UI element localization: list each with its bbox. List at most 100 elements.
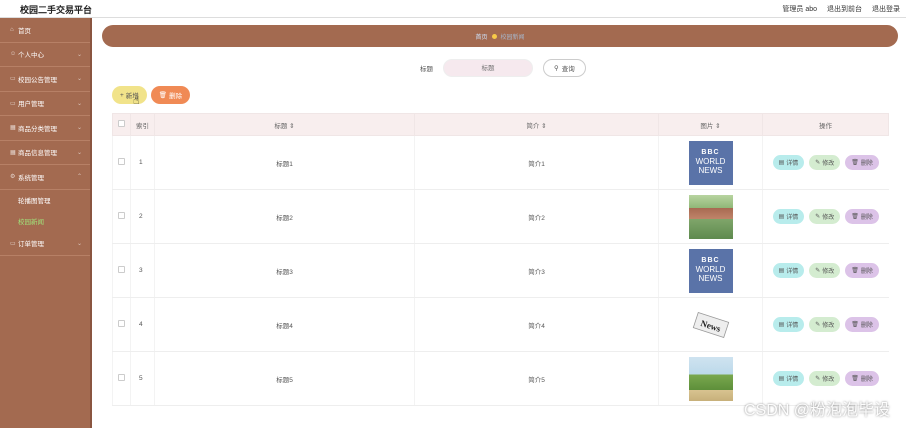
sort-icon: ⇕ [289,122,295,130]
detail-button[interactable]: ▤ 详情 [772,263,805,278]
chevron-up-icon: ⌃ [76,174,82,181]
current-user: 管理员 abo [782,6,817,13]
row-intro: 简介3 [414,243,659,298]
search-button[interactable]: ⚲ 查询 [543,59,586,77]
breadcrumb-separator-icon [491,33,497,39]
row-index: 2 [130,189,155,244]
detail-button[interactable]: ▤ 详情 [772,317,805,332]
search-label: 标题 [420,66,433,73]
row-title: 标题3 [154,243,415,298]
row-checkbox[interactable] [112,351,131,406]
news-table: 索引 标题 ⇕ 简介 ⇕ 图片 ⇕ 操作 1 标题1 简介1 BBC WORLD N… [112,113,889,406]
row-delete-button[interactable]: 🗑 删除 [845,155,879,170]
row-delete-button[interactable]: 🗑 删除 [845,209,879,224]
row-intro: 简介4 [414,297,659,352]
plus-icon: + [120,91,124,99]
sidebar-item-goods[interactable]: ▦ 商品信息管理 ⌄ [0,141,90,165]
header-title[interactable]: 标题 ⇕ [154,113,415,136]
users-icon: ▭ [10,100,16,107]
header-index: 索引 [130,113,155,136]
row-ops: ▤ 详情 ✎ 修改 🗑 删除 [762,135,889,190]
header-intro[interactable]: 简介 ⇕ [414,113,659,136]
row-delete-button[interactable]: 🗑 删除 [845,317,879,332]
row-index: 5 [130,351,155,406]
chevron-down-icon: ⌄ [76,125,82,132]
chevron-down-icon: ⌄ [76,149,82,156]
edit-button[interactable]: ✎ 修改 [809,155,841,170]
sidebar-item-profile[interactable]: ☺ 个人中心 ⌄ [0,43,90,67]
row-intro: 简介1 [414,135,659,190]
table-row: 2 标题2 简介2 ▤ 详情 ✎ 修改 🗑 删除 [112,189,889,244]
row-checkbox[interactable] [112,135,131,190]
trash-icon: 🗑 [851,268,859,274]
detail-button[interactable]: ▤ 详情 [772,155,805,170]
detail-icon: ▤ [778,268,785,274]
select-all-checkbox[interactable] [112,113,131,136]
trash-icon: 🗑 [851,376,859,382]
detail-icon: ▤ [778,376,785,382]
row-index: 3 [130,243,155,298]
row-delete-button[interactable]: 🗑 删除 [845,371,879,386]
row-title: 标题4 [154,297,415,352]
detail-button[interactable]: ▤ 详情 [772,371,805,386]
sidebar-item-home[interactable]: ⌂ 首页 [0,18,90,43]
sidebar-subitem-campus-news[interactable]: 校园新闻 [0,211,90,232]
header-image[interactable]: 图片 ⇕ [658,113,763,136]
search-icon: ⚲ [554,65,559,72]
sidebar-subitem-carousel[interactable]: 轮播图管理 [0,190,90,211]
chevron-down-icon: ⌄ [76,240,82,247]
top-bar: 校园二手交易平台 管理员 abo 退出到前台 退出登录 [0,0,906,18]
edit-icon: ✎ [815,214,821,220]
chevron-down-icon: ⌄ [76,76,82,83]
sidebar-item-system[interactable]: ⚙ 系统管理 ⌃ [0,165,90,190]
row-image: BBC WORLD NEWS [658,243,763,298]
top-right-menu: 管理员 abo 退出到前台 退出登录 [782,4,900,14]
search-bar: 标题 ⚲ 查询 [420,59,586,77]
table-row: 4 标题4 简介4 News ▤ 详情 ✎ 修改 🗑 删除 [112,297,889,352]
trash-icon: 🗑 [851,160,859,166]
sidebar-item-notice[interactable]: ▭ 校园公告管理 ⌄ [0,67,90,92]
row-image: BBC WORLD NEWS [658,135,763,190]
category-icon: ▦ [10,125,16,132]
detail-icon: ▤ [778,322,785,328]
newspaper-image: News [688,302,733,347]
edit-icon: ✎ [815,268,821,274]
add-button[interactable]: + 新增 [112,86,147,104]
row-checkbox[interactable] [112,189,131,244]
edit-button[interactable]: ✎ 修改 [809,317,841,332]
logout-link[interactable]: 退出登录 [872,4,900,14]
breadcrumb-home[interactable]: 首页 [475,32,487,41]
table-header-row: 索引 标题 ⇕ 简介 ⇕ 图片 ⇕ 操作 [112,113,889,136]
toolbar: + 新增 🗑 删除 [112,86,191,104]
row-delete-button[interactable]: 🗑 删除 [845,263,879,278]
trash-icon: 🗑 [851,322,859,328]
search-input[interactable] [443,59,533,77]
chevron-down-icon: ⌄ [76,100,82,107]
edit-button[interactable]: ✎ 修改 [809,263,841,278]
sidebar-item-category[interactable]: ▦ 商品分类管理 ⌄ [0,116,90,141]
row-image: News [658,297,763,352]
edit-button[interactable]: ✎ 修改 [809,209,841,224]
row-title: 标题5 [154,351,415,406]
edit-icon: ✎ [815,322,821,328]
table-row: 1 标题1 简介1 BBC WORLD NEWS ▤ 详情 ✎ 修改 🗑 删除 [112,135,889,190]
frontend-link[interactable]: 退出到前台 [827,4,862,14]
watermark: CSDN @粉泡泡毕设 [743,402,890,419]
detail-button[interactable]: ▤ 详情 [772,209,805,224]
row-ops: ▤ 详情 ✎ 修改 🗑 删除 [762,297,889,352]
bbc-world-news-image: BBC WORLD NEWS [688,248,733,293]
sidebar-item-users[interactable]: ▭ 用户管理 ⌄ [0,92,90,116]
user-icon: ☺ [10,51,17,58]
notice-icon: ▭ [10,76,16,83]
sidebar: ⌂ 首页 ☺ 个人中心 ⌄ ▭ 校园公告管理 ⌄ ▭ 用户管理 ⌄ ▦ 商品分类管理 ⌄ ▦ 商品信… [0,18,92,428]
row-checkbox[interactable] [112,243,131,298]
row-checkbox[interactable] [112,297,131,352]
campus-park-image [688,356,733,401]
sidebar-item-orders[interactable]: ▭ 订单管理 ⌄ [0,232,90,256]
edit-button[interactable]: ✎ 修改 [809,371,841,386]
delete-button[interactable]: 🗑 删除 [150,86,191,104]
header-ops: 操作 [762,113,889,136]
sort-icon: ⇕ [715,122,721,130]
sort-icon: ⇕ [541,122,547,130]
trash-icon: 🗑 [851,214,859,220]
